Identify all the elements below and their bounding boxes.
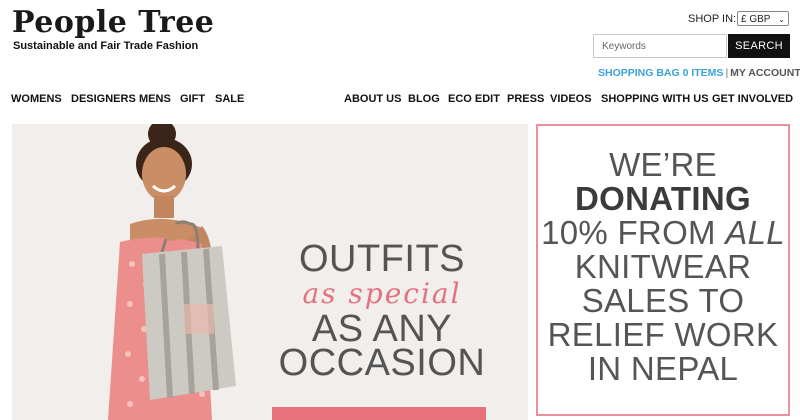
nav-gift[interactable]: GIFT bbox=[180, 93, 205, 105]
account-links: SHOPPING BAG 0 ITEMS | MY ACCOUNT bbox=[598, 67, 800, 79]
nav-press[interactable]: PRESS bbox=[507, 93, 544, 105]
chevron-down-icon: ⌄ bbox=[778, 15, 785, 24]
donation-banner[interactable]: WE’RE DONATING 10% FROM ALL KNITWEAR SAL… bbox=[536, 124, 790, 416]
donation-line-5: SALES TO bbox=[581, 282, 745, 319]
donation-line-3a: 10% FROM bbox=[541, 214, 726, 251]
donation-line-1: WE’RE bbox=[609, 146, 717, 183]
donation-line-2: DONATING bbox=[575, 180, 751, 217]
nav-about-us[interactable]: ABOUT US bbox=[344, 93, 401, 105]
nav-shopping-with-us[interactable]: SHOPPING WITH US bbox=[601, 93, 709, 105]
search-button[interactable]: SEARCH bbox=[728, 34, 790, 58]
donation-line-7: IN NEPAL bbox=[587, 350, 739, 387]
nav-blog[interactable]: BLOG bbox=[408, 93, 440, 105]
hero-line-4: OCCASION bbox=[278, 342, 486, 384]
donation-line-4: KNITWEAR bbox=[574, 248, 752, 285]
link-separator: | bbox=[725, 67, 729, 79]
currency-value: £ GBP bbox=[741, 14, 771, 25]
currency-select[interactable]: £ GBP ⌄ bbox=[737, 11, 789, 26]
nav-eco-edit[interactable]: ECO EDIT bbox=[448, 93, 500, 105]
donation-line-3: 10% FROM ALL bbox=[538, 216, 788, 250]
hero-line-1: OUTFITS bbox=[298, 238, 466, 280]
hero-headline: OUTFITS as special AS ANY OCCASION bbox=[247, 238, 517, 384]
nav-get-involved[interactable]: GET INVOLVED bbox=[712, 93, 793, 105]
donation-line-3b: ALL bbox=[725, 214, 785, 251]
donation-line-6: RELIEF WORK bbox=[547, 316, 779, 353]
hero-line-2: as special bbox=[302, 277, 462, 310]
nav-videos[interactable]: VIDEOS bbox=[550, 93, 592, 105]
search-input[interactable] bbox=[593, 34, 727, 58]
nav-sale[interactable]: SALE bbox=[215, 93, 244, 105]
hero-line-3: AS ANY bbox=[311, 308, 453, 350]
site-logo[interactable]: People Tree bbox=[12, 4, 214, 42]
shop-in-label: SHOP IN: bbox=[688, 13, 737, 25]
hero-cta-button[interactable] bbox=[272, 407, 486, 420]
main-nav: WOMENS DESIGNERS MENS GIFT SALE ABOUT US… bbox=[0, 93, 800, 107]
hero-banner[interactable]: OUTFITS as special AS ANY OCCASION bbox=[12, 124, 528, 420]
nav-designers[interactable]: DESIGNERS bbox=[71, 93, 136, 105]
site-tagline: Sustainable and Fair Trade Fashion bbox=[13, 40, 199, 52]
my-account-link[interactable]: MY ACCOUNT bbox=[730, 67, 800, 79]
nav-womens[interactable]: WOMENS bbox=[11, 93, 62, 105]
nav-mens[interactable]: MENS bbox=[139, 93, 171, 105]
shopping-bag-link[interactable]: SHOPPING BAG 0 ITEMS bbox=[598, 67, 723, 79]
